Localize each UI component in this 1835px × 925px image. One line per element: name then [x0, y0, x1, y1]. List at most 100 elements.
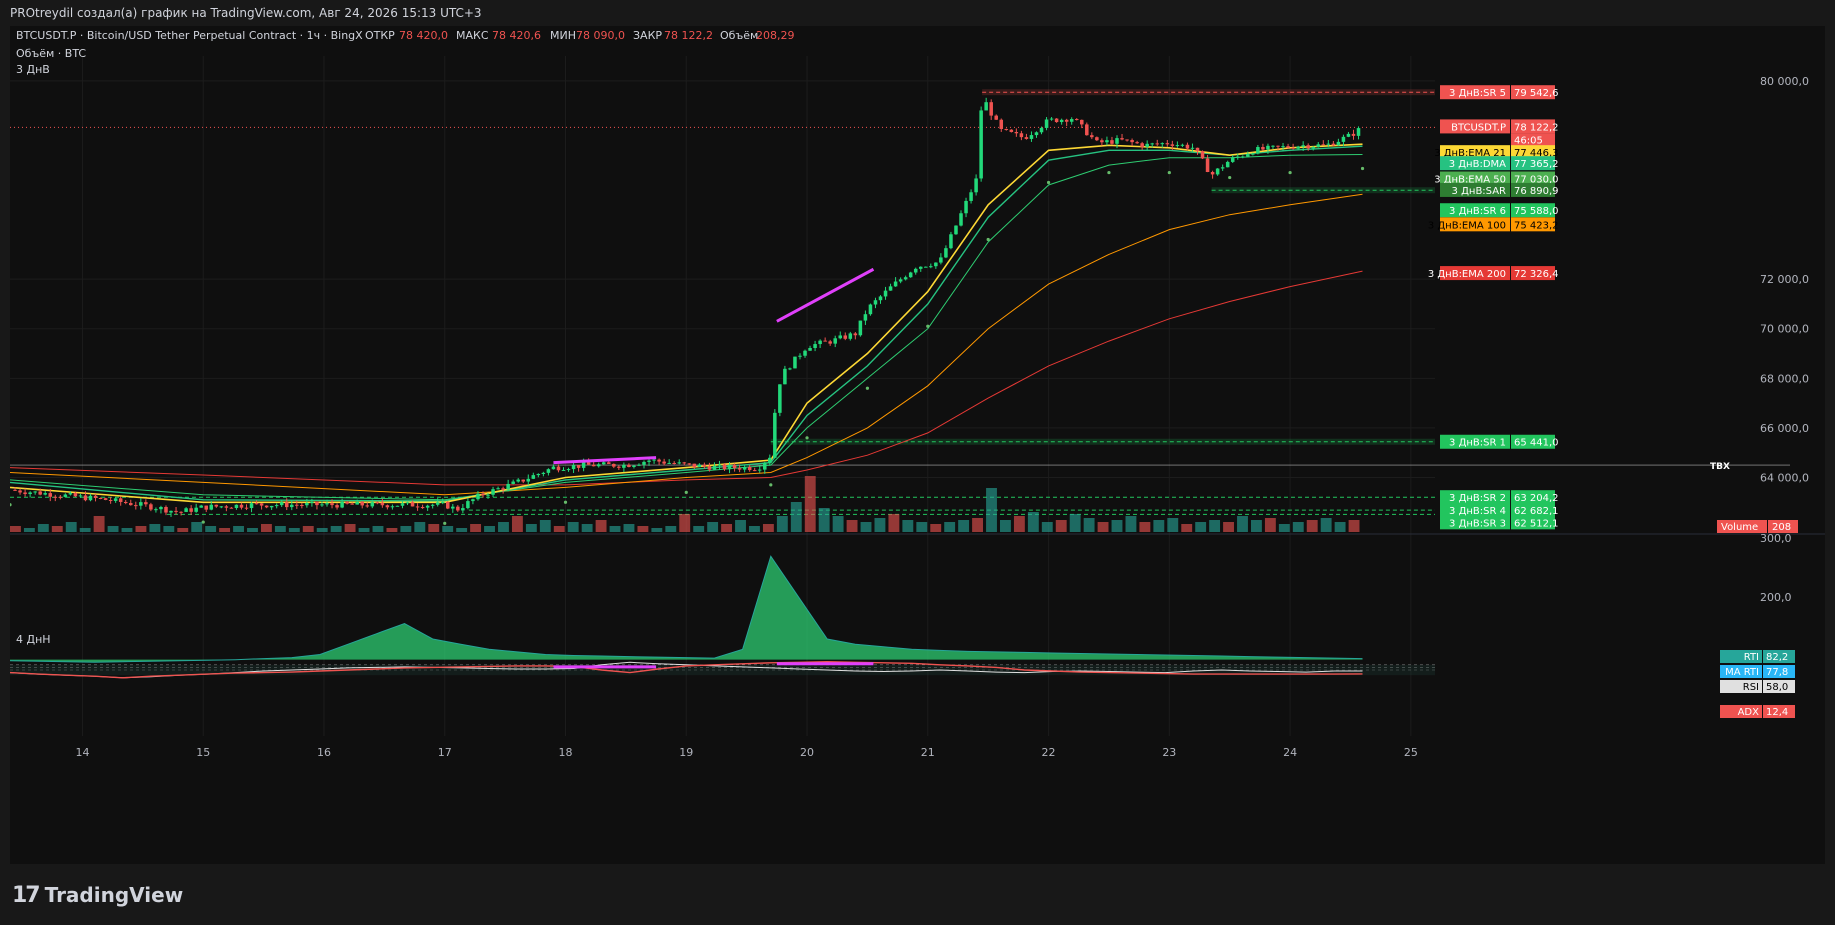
oscillator-pane [9, 555, 1435, 679]
candle-body [1286, 146, 1290, 148]
candle-body [1306, 145, 1310, 149]
volume-bar [414, 522, 426, 532]
candle-body [833, 338, 837, 344]
volume-bar [1223, 522, 1234, 532]
candle-body [1150, 143, 1154, 145]
candle-body [1276, 145, 1280, 147]
open-value: 78 420,0 [399, 29, 448, 42]
candle-body [1266, 145, 1270, 150]
price-axis: 80 000,0 72 000,0 70 000,0 68 000,0 66 000,0… [1428, 75, 1809, 718]
time-axis-label: 18 [559, 746, 573, 759]
candle-body [888, 286, 893, 291]
candle-body [189, 508, 193, 512]
volume-bar [344, 524, 356, 532]
candle-body [73, 493, 78, 497]
candle-body [103, 498, 108, 500]
candle-body [657, 459, 661, 462]
volume-bar [874, 518, 886, 532]
volume-bar [260, 524, 272, 532]
candle-body [83, 495, 88, 501]
candle-body [974, 178, 978, 193]
candle-body [561, 469, 566, 471]
candle-body [184, 508, 188, 512]
candle-body [1200, 151, 1205, 159]
candle-body [1049, 118, 1054, 120]
badge-name: 3 ДнВ:SR 1 [1449, 438, 1506, 449]
candle-body [808, 348, 812, 351]
candle-body [305, 502, 309, 506]
volume-bar [1320, 518, 1332, 532]
candle-body [451, 506, 455, 509]
osc-badge-value: 77,8 [1766, 667, 1788, 678]
price-chart-svg[interactable]: 80 000,0 72 000,0 70 000,0 68 000,0 66 000,0… [8, 26, 1825, 864]
price-badge: 3 ДнВ:SR 2 63 204,2 [1440, 490, 1559, 505]
badge-sub: 46:05 [1514, 135, 1543, 146]
candle-body [667, 462, 671, 464]
candle-body [491, 489, 495, 495]
badge-name: BTCUSDT.P [1451, 122, 1506, 133]
price-badge: 3 ДнВ:SR 6 75 588,0 [1440, 203, 1559, 218]
volume-bar [1278, 524, 1290, 532]
candle-body [1039, 127, 1044, 133]
osc-badge: RSI 58,0 [1720, 680, 1795, 693]
candle-body [300, 504, 304, 506]
badge-value: 62 512,1 [1514, 518, 1559, 529]
candle-body [863, 314, 868, 321]
volume-bar [651, 528, 663, 532]
candle-body [1105, 140, 1109, 143]
time-axis-label: 24 [1283, 746, 1297, 759]
candle-body [934, 262, 938, 267]
divergence-line [553, 456, 657, 465]
sar-dot [865, 386, 870, 390]
candle-body [370, 502, 375, 507]
volume-bar [330, 526, 342, 532]
osc-badge-value: 82,2 [1766, 652, 1788, 663]
candle-body [823, 340, 827, 342]
volume-bar [93, 516, 105, 532]
candle-body [601, 462, 606, 465]
candle-body [335, 505, 339, 508]
candle-body [164, 506, 168, 513]
candle-body [1230, 157, 1235, 162]
candle-body [576, 465, 581, 468]
candle-body [712, 465, 717, 470]
price-badge: 3 ДнВ:DMA 77 365,2 [1440, 156, 1559, 171]
volume-bar [1153, 520, 1165, 532]
candle-body [793, 356, 797, 369]
candle-body [893, 281, 898, 287]
volume-bar [1083, 518, 1095, 532]
candle-body [1095, 137, 1099, 141]
candle-body [1074, 119, 1079, 121]
candle-body [637, 464, 641, 466]
sr-zone [1211, 187, 1435, 194]
volume-bar [1000, 520, 1011, 532]
candle-body [687, 463, 692, 465]
candle-body [400, 503, 405, 506]
candle-body [234, 504, 239, 509]
candle-body [1246, 154, 1250, 157]
candle-body [295, 504, 299, 506]
candle-body [647, 460, 651, 462]
tradingview-logo[interactable]: 17 TradingView [12, 880, 183, 910]
candle-body [566, 469, 571, 471]
candle-body [214, 504, 219, 507]
candle-body [773, 412, 777, 458]
candle-body [420, 507, 425, 509]
badge-name: 3 ДнВ:EMA 100 [1428, 220, 1506, 231]
badge-name: 3 ДнВ:SR 5 [1449, 88, 1506, 99]
candle-body [134, 505, 138, 507]
candle-body [18, 490, 22, 493]
volume-bar [470, 524, 482, 532]
price-axis-label: 80 000,0 [1760, 75, 1809, 88]
candle-body [1004, 128, 1009, 130]
candle-body [169, 510, 173, 513]
volume-bar [442, 526, 454, 532]
volume-bar [972, 518, 983, 532]
candle-body [1225, 161, 1230, 168]
candle-body [913, 268, 918, 273]
chart-frame[interactable]: 80 000,0 72 000,0 70 000,0 68 000,0 66 000,0… [8, 26, 1825, 864]
candle-body [204, 505, 209, 510]
sr-zone [982, 89, 1435, 96]
candle-body [551, 466, 556, 470]
candle-body [269, 505, 274, 508]
